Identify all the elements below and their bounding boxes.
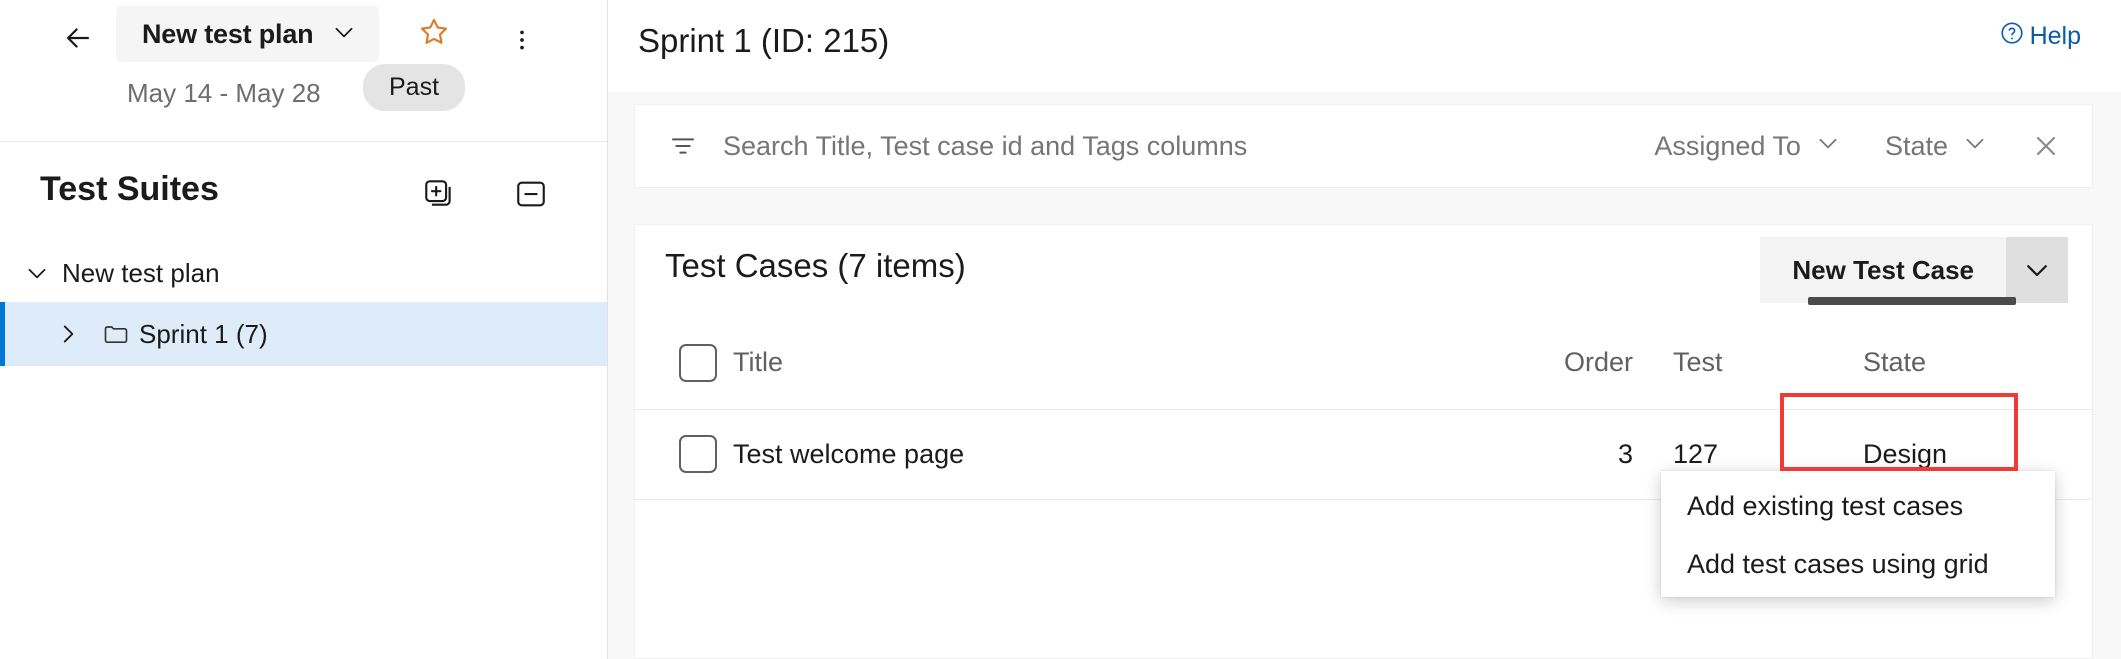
- test-cases-title: Test Cases (7 items): [665, 247, 966, 285]
- assigned-to-filter[interactable]: Assigned To: [1632, 130, 1863, 163]
- chevron-down-icon: [1815, 130, 1841, 163]
- new-test-case-button[interactable]: New Test Case: [1760, 237, 2006, 303]
- menu-item-add-existing-test-cases[interactable]: Add existing test cases: [1661, 477, 2055, 535]
- suites-actions: [419, 174, 551, 214]
- cell-title: Test welcome page: [733, 409, 1473, 499]
- row-checkbox[interactable]: [679, 435, 717, 473]
- tree-item-label: New test plan: [62, 258, 220, 289]
- new-test-case-dropdown-menu: Add existing test cases Add test cases u…: [1661, 471, 2055, 597]
- test-plan-sidebar: New test plan May 14 - May 28: [0, 0, 608, 659]
- table-header-row: Title Order Test State: [635, 317, 2092, 409]
- collapse-all-icon[interactable]: [511, 174, 551, 214]
- column-header-state[interactable]: State: [1863, 317, 2092, 409]
- column-header-title[interactable]: Title: [733, 317, 1473, 409]
- back-arrow-icon[interactable]: [56, 16, 100, 60]
- star-icon[interactable]: [410, 8, 458, 56]
- question-circle-icon: [1999, 20, 2025, 53]
- state-label: State: [1885, 131, 1948, 162]
- suite-title: Sprint 1 (ID: 215): [638, 22, 889, 60]
- state-filter[interactable]: State: [1863, 130, 2010, 163]
- chevron-down-icon: [331, 19, 357, 50]
- chevron-down-icon[interactable]: [12, 260, 62, 286]
- plan-date-range: May 14 - May 28: [127, 78, 321, 109]
- menu-item-label: Add existing test cases: [1687, 491, 1963, 522]
- suite-tree: New test plan Sprint 1 (7): [0, 240, 607, 366]
- page-title: Test Suites: [40, 170, 219, 209]
- more-vertical-icon[interactable]: [500, 18, 544, 62]
- search-filter-bar: Search Title, Test case id and Tags colu…: [634, 104, 2093, 188]
- new-test-case-label: New Test Case: [1792, 255, 1974, 286]
- test-suites-header: Test Suites: [0, 142, 607, 240]
- filter-icon[interactable]: [667, 130, 699, 162]
- select-all-checkbox[interactable]: [679, 344, 717, 382]
- select-all-header: [635, 317, 733, 409]
- plan-selector-button[interactable]: New test plan: [116, 6, 379, 62]
- split-button-underline: [1808, 297, 2016, 305]
- test-cases-header: Test Cases (7 items) New Test Case: [635, 225, 2092, 317]
- chevron-right-icon[interactable]: [43, 321, 93, 347]
- tree-item-sprint-1[interactable]: Sprint 1 (7): [0, 302, 607, 366]
- menu-item-add-test-cases-using-grid[interactable]: Add test cases using grid: [1661, 535, 2055, 593]
- chevron-down-icon: [1962, 130, 1988, 163]
- cell-order: 3: [1473, 409, 1673, 499]
- help-link[interactable]: Help: [1999, 20, 2081, 53]
- folder-icon: [93, 320, 139, 348]
- help-label: Help: [2030, 22, 2081, 51]
- plan-name-label: New test plan: [142, 19, 313, 50]
- new-test-case-dropdown-toggle[interactable]: [2006, 237, 2068, 303]
- content-header: Sprint 1 (ID: 215) Help: [608, 0, 2121, 92]
- new-test-case-split-button: New Test Case: [1760, 237, 2068, 303]
- column-header-test[interactable]: Test: [1673, 317, 1863, 409]
- search-input[interactable]: Search Title, Test case id and Tags colu…: [723, 131, 1632, 162]
- tree-item-new-test-plan[interactable]: New test plan: [0, 244, 607, 302]
- column-header-order[interactable]: Order: [1473, 317, 1673, 409]
- plan-header: New test plan May 14 - May 28: [0, 0, 607, 142]
- table-header: Title Order Test State: [635, 317, 2092, 409]
- add-suite-icon[interactable]: [419, 174, 459, 214]
- status-badge: Past: [363, 64, 465, 111]
- close-icon[interactable]: [2010, 130, 2092, 162]
- tree-item-label: Sprint 1 (7): [139, 319, 268, 350]
- menu-item-label: Add test cases using grid: [1687, 549, 1989, 580]
- assigned-to-label: Assigned To: [1654, 131, 1801, 162]
- row-select-cell: [635, 409, 733, 499]
- app-root: New test plan May 14 - May 28: [0, 0, 2121, 659]
